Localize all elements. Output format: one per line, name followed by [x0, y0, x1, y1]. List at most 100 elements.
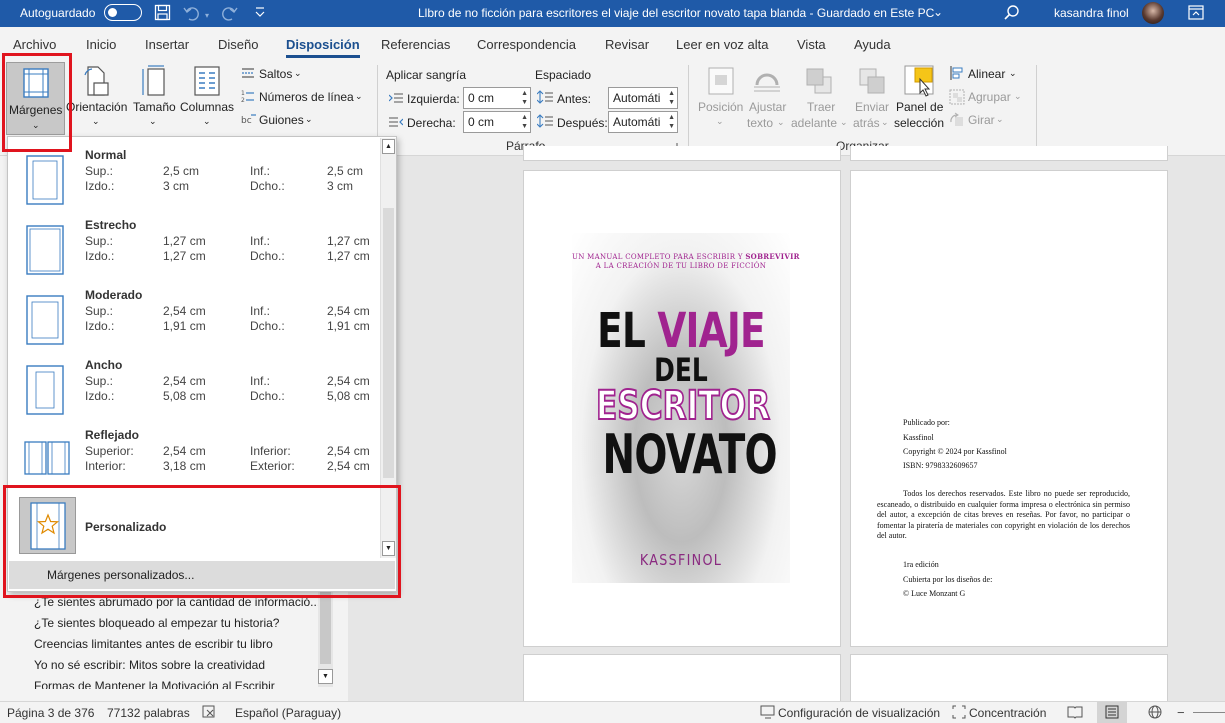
margin-option-narrow[interactable]: Estrecho Sup.: 1,27 cm Inf.: 1,27 cm Izd…: [8, 215, 380, 285]
wrap-text-label-1[interactable]: Ajustar: [749, 100, 786, 114]
customize-toolbar-icon[interactable]: [254, 5, 266, 19]
margin-option-moderate[interactable]: Moderado Sup.: 2,54 cm Inf.: 2,54 cm Izd…: [8, 285, 380, 355]
title-dropdown-icon[interactable]: ⌄: [933, 5, 943, 19]
tab-referencias[interactable]: Referencias: [381, 37, 450, 52]
send-backward-label-1[interactable]: Enviar: [855, 100, 889, 114]
nav-scrollbar[interactable]: ▼: [318, 592, 333, 687]
tab-insertar[interactable]: Insertar: [145, 37, 189, 52]
tab-diseno[interactable]: Diseño: [218, 37, 258, 52]
bring-forward-icon[interactable]: [805, 67, 833, 95]
autosave-toggle[interactable]: [104, 4, 142, 21]
bring-forward-label-2[interactable]: adelante: [791, 116, 837, 130]
position-icon[interactable]: [708, 67, 734, 95]
undo-icon[interactable]: [183, 5, 199, 21]
send-backward-chevron-icon[interactable]: ⌄: [881, 117, 889, 128]
margin-option-wide[interactable]: Ancho Sup.: 2,54 cm Inf.: 2,54 cm Izdo.:…: [8, 355, 380, 425]
breaks-chevron-icon[interactable]: ⌄: [294, 68, 302, 79]
rotate-icon[interactable]: [949, 112, 965, 128]
tab-inicio[interactable]: Inicio: [86, 37, 116, 52]
zoom-slider[interactable]: [1193, 712, 1225, 713]
selection-pane-icon[interactable]: [904, 65, 936, 97]
scroll-up-icon[interactable]: ▲: [382, 139, 395, 154]
spacing-after-input[interactable]: Automáti ▲ ▼: [608, 111, 678, 133]
columns-label[interactable]: Columnas: [180, 100, 234, 114]
selection-pane-label-2[interactable]: selección: [894, 116, 944, 130]
tab-disposicion[interactable]: Disposición: [286, 37, 360, 58]
send-backward-icon[interactable]: [858, 67, 886, 95]
nav-heading-item[interactable]: Creencias limitantes antes de escribir t…: [34, 637, 273, 651]
wrap-text-icon[interactable]: [753, 67, 781, 95]
position-label[interactable]: Posición: [698, 100, 743, 114]
custom-margins-menu-item[interactable]: Márgenes personalizados...: [9, 561, 395, 589]
align-icon[interactable]: [949, 65, 965, 81]
bring-forward-chevron-icon[interactable]: ⌄: [840, 117, 848, 128]
position-chevron-icon[interactable]: ⌄: [716, 116, 724, 127]
nav-scrollbar-thumb[interactable]: [320, 592, 331, 664]
scroll-down-icon[interactable]: ▼: [382, 541, 395, 556]
focus-mode[interactable]: Concentración: [969, 706, 1046, 720]
rotate-chevron-icon[interactable]: ⌄: [996, 114, 1004, 125]
avatar[interactable]: [1142, 2, 1164, 24]
hyphenation-button[interactable]: Guiones: [259, 113, 304, 127]
focus-icon[interactable]: [952, 705, 966, 719]
proofing-icon[interactable]: [202, 705, 218, 719]
page-count[interactable]: Página 3 de 376: [7, 706, 94, 720]
print-layout-view[interactable]: [1097, 702, 1127, 723]
margin-option-mirrored[interactable]: Reflejado Superior: 2,54 cm Inferior: 2,…: [8, 425, 380, 495]
orientation-label[interactable]: Orientación: [66, 100, 127, 114]
spin-arrows-icon[interactable]: ▲ ▼: [668, 89, 675, 107]
group-icon[interactable]: [949, 89, 965, 105]
orientation-chevron-icon[interactable]: ⌄: [92, 116, 100, 127]
tab-ayuda[interactable]: Ayuda: [854, 37, 891, 52]
nav-heading-item[interactable]: ¿Te sientes bloqueado al empezar tu hist…: [34, 616, 279, 630]
rotate-button[interactable]: Girar: [968, 113, 995, 127]
tab-archivo[interactable]: Archivo: [13, 37, 56, 52]
spacing-before-input[interactable]: Automáti ▲ ▼: [608, 87, 678, 109]
align-chevron-icon[interactable]: ⌄: [1009, 68, 1017, 79]
web-layout-icon[interactable]: [1147, 705, 1163, 719]
breaks-icon[interactable]: [241, 66, 255, 80]
columns-chevron-icon[interactable]: ⌄: [203, 116, 211, 127]
tab-vista[interactable]: Vista: [797, 37, 826, 52]
display-settings[interactable]: Configuración de visualización: [778, 706, 940, 720]
line-numbers-icon[interactable]: 12: [241, 89, 255, 103]
orientation-icon[interactable]: [82, 65, 110, 97]
indent-left-input[interactable]: 0 cm ▲ ▼: [463, 87, 531, 109]
document-page-copyright[interactable]: Publicado por: Kassfinol Copyright © 202…: [850, 170, 1168, 647]
redo-icon[interactable]: [222, 5, 238, 21]
margin-option-normal[interactable]: Normal Sup.: 2,5 cm Inf.: 2,5 cm Izdo.: …: [8, 145, 380, 215]
size-icon[interactable]: [140, 65, 166, 97]
dropdown-scrollbar[interactable]: ▲ ▼: [380, 138, 396, 558]
hyphenation-chevron-icon[interactable]: ⌄: [305, 114, 313, 125]
bring-forward-label-1[interactable]: Traer: [807, 100, 835, 114]
breaks-button[interactable]: Saltos: [259, 67, 292, 81]
nav-heading-item[interactable]: Formas de Mantener la Motivación al Escr…: [34, 679, 275, 689]
zoom-out-icon[interactable]: −: [1177, 705, 1185, 720]
hyphenation-icon[interactable]: bc: [241, 111, 257, 125]
spin-arrows-icon[interactable]: ▲ ▼: [521, 89, 528, 107]
tab-leer-en-voz-alta[interactable]: Leer en voz alta: [676, 37, 769, 52]
line-numbers-chevron-icon[interactable]: ⌄: [355, 91, 363, 102]
nav-heading-item[interactable]: Yo no sé escribir: Mitos sobre la creati…: [34, 658, 265, 672]
dropdown-scrollbar-thumb[interactable]: [383, 208, 394, 478]
selection-pane-label-1[interactable]: Panel de: [896, 100, 943, 114]
undo-dropdown-icon[interactable]: ▾: [205, 11, 209, 20]
size-chevron-icon[interactable]: ⌄: [149, 116, 157, 127]
ribbon-display-options-icon[interactable]: [1188, 5, 1204, 20]
document-page-cover[interactable]: UN MANUAL COMPLETO PARA ESCRIBIR Y SOBRE…: [523, 170, 841, 647]
group-button[interactable]: Agrupar: [968, 90, 1011, 104]
columns-icon[interactable]: [194, 66, 220, 96]
save-icon[interactable]: [154, 4, 171, 21]
send-backward-label-2[interactable]: atrás: [853, 116, 880, 130]
size-label[interactable]: Tamaño: [133, 100, 176, 114]
spin-arrows-icon[interactable]: ▲ ▼: [668, 113, 675, 131]
wrap-text-label-2[interactable]: texto: [747, 116, 773, 130]
line-numbers-button[interactable]: Números de línea: [259, 90, 354, 104]
scroll-down-icon[interactable]: ▼: [318, 669, 333, 684]
group-chevron-icon[interactable]: ⌄: [1014, 91, 1022, 102]
align-button[interactable]: Alinear: [968, 67, 1005, 81]
tab-correspondencia[interactable]: Correspondencia: [477, 37, 576, 52]
wrap-text-chevron-icon[interactable]: ⌄: [777, 117, 785, 128]
search-icon[interactable]: [1003, 4, 1021, 22]
tab-revisar[interactable]: Revisar: [605, 37, 649, 52]
